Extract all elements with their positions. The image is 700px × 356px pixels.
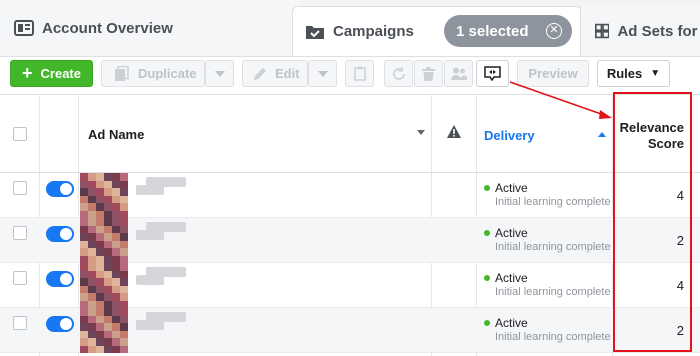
ads-manager-screen: Account Overview Campaigns 1 selected ✕ … bbox=[0, 0, 700, 356]
annotation-arrow bbox=[509, 81, 612, 119]
